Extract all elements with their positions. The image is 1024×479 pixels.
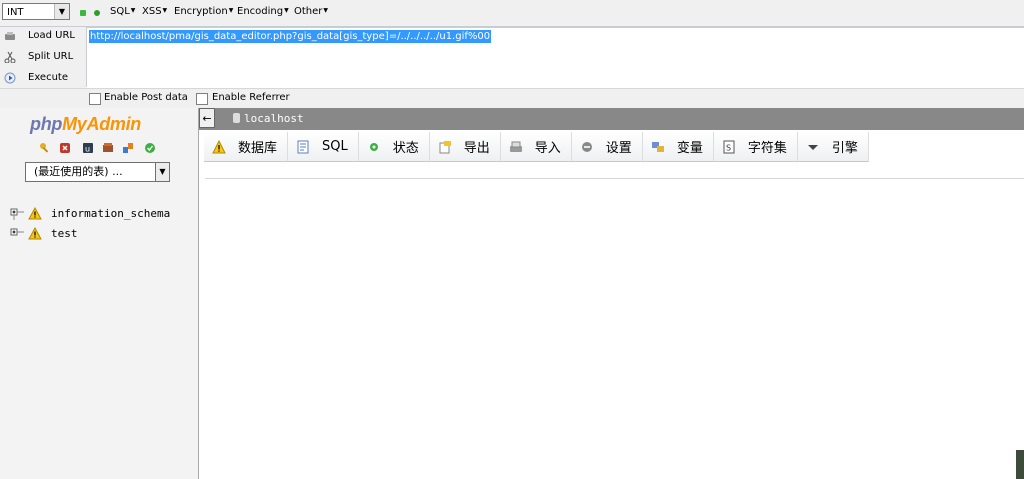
enable-post-checkbox[interactable] [89, 93, 101, 105]
recent-tables-value: (最近使用的表) ... [34, 165, 123, 178]
export-icon [439, 140, 451, 153]
sql-icon [297, 140, 309, 153]
tab-sql[interactable]: SQL [288, 132, 359, 162]
type-select[interactable]: INT ▼ [2, 3, 70, 20]
tab-charset[interactable]: S 字符集 [713, 132, 798, 162]
url-textarea[interactable]: http://localhost/pma/gis_data_editor.php… [86, 27, 1024, 87]
chevron-down-icon: ▼ [155, 163, 169, 181]
enable-referrer-label: Enable Referrer [212, 92, 290, 103]
logout-icon[interactable] [59, 142, 71, 154]
svg-text:S: S [726, 143, 731, 152]
execute-button[interactable]: Execute [4, 69, 84, 87]
type-select-value: INT [7, 7, 24, 18]
menu-encoding[interactable]: Encoding▼ [237, 6, 289, 17]
tab-variables[interactable]: 变量 [642, 132, 714, 162]
database-name: test [51, 227, 78, 240]
server-breadcrumb-bar: ← localhost [199, 108, 1024, 130]
expand-tree-icon[interactable] [10, 208, 24, 220]
chevron-down-icon: ▼ [54, 4, 69, 19]
warning-icon [28, 207, 42, 220]
main-content: ← localhost 数据库 SQL 状态 导出 导入 设置 变量 S 字符集… [199, 108, 1024, 479]
phpmyadmin-logo[interactable]: phpMyAdmin [30, 114, 141, 135]
wiki-icon[interactable] [122, 142, 134, 154]
split-url-button[interactable]: Split URL [4, 48, 84, 66]
status-icon [369, 142, 378, 151]
increase-icon[interactable] [94, 10, 100, 16]
server-breadcrumb[interactable]: localhost [233, 112, 304, 125]
menu-sql[interactable]: SQL▼ [110, 6, 135, 17]
recent-tables-select[interactable]: (最近使用的表) ... ▼ [25, 162, 170, 182]
hackbar-actions: Load URL Split URL Execute [0, 27, 86, 88]
expand-tree-icon[interactable] [10, 228, 24, 240]
chevron-down-icon [807, 144, 818, 150]
load-url-icon [5, 32, 15, 40]
database-name: information_schema [51, 207, 171, 220]
enable-post-label: Enable Post data [104, 92, 188, 103]
load-url-button[interactable]: Load URL [4, 27, 84, 45]
warning-icon [28, 227, 42, 240]
hackbar-toolbar: INT ▼ SQL▼ XSS▼ Encryption▼ Encoding▼ Ot… [0, 0, 1024, 27]
tab-export[interactable]: 导出 [429, 132, 501, 162]
url-text: http://localhost/pma/gis_data_editor.php… [89, 30, 492, 43]
warning-icon [212, 139, 226, 153]
enable-referrer-checkbox[interactable] [196, 93, 208, 105]
options-row: Enable Post data Enable Referrer [0, 88, 1024, 108]
home-icon[interactable] [39, 142, 51, 154]
settings-icon [581, 141, 592, 152]
content-divider [205, 178, 1024, 179]
tab-settings[interactable]: 设置 [571, 132, 643, 162]
tab-engines[interactable]: 引擎 [797, 132, 869, 162]
server-icon [233, 113, 240, 123]
docs-icon[interactable] [102, 142, 114, 154]
sql-query-icon[interactable]: u [82, 142, 94, 154]
tab-status[interactable]: 状态 [358, 132, 430, 162]
menu-xss[interactable]: XSS▼ [142, 6, 167, 17]
tab-import[interactable]: 导入 [500, 132, 572, 162]
navigation-panel: phpMyAdmin u (最近使用的表) ... ▼ information_… [0, 108, 199, 479]
menu-encryption[interactable]: Encryption▼ [174, 6, 233, 17]
variables-icon [651, 141, 664, 152]
play-icon [4, 72, 16, 84]
scissors-icon [4, 51, 16, 63]
reload-icon[interactable] [144, 142, 156, 154]
tab-databases[interactable]: 数据库 [204, 132, 289, 162]
charset-icon: S [723, 140, 735, 153]
corner-decoration [1016, 450, 1024, 479]
import-icon [509, 141, 522, 152]
menu-other[interactable]: Other▼ [294, 6, 328, 17]
collapse-nav-button[interactable]: ← [199, 108, 215, 128]
server-tabs: 数据库 SQL 状态 导出 导入 设置 变量 S 字符集 引擎 [204, 132, 869, 164]
svg-text:u: u [85, 145, 90, 154]
decrease-icon[interactable] [80, 10, 86, 16]
